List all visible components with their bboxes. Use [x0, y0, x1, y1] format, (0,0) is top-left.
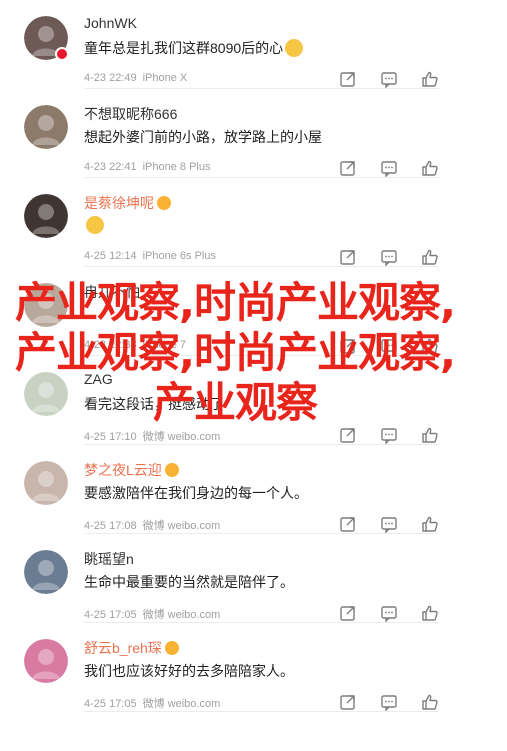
comment-source: 微博 weibo.com [142, 520, 221, 532]
like-icon[interactable] [421, 515, 439, 533]
comment-source: iPhone X [142, 72, 188, 84]
comment-time: 4-25 17:10 [84, 431, 137, 443]
comment-time: 4-25 17:05 [84, 609, 137, 621]
like-icon[interactable] [421, 693, 439, 711]
like-icon[interactable] [421, 70, 439, 88]
comment-icon[interactable] [380, 515, 398, 533]
share-icon[interactable] [339, 159, 357, 177]
like-icon[interactable] [421, 426, 439, 444]
avatar[interactable] [24, 550, 68, 594]
avatar[interactable] [24, 105, 68, 149]
username[interactable]: JohnWK [84, 15, 137, 31]
comment-text: 要感激陪伴在我们身边的每一个人。 [84, 485, 308, 501]
comment-item: 梦之夜L云迎要感激陪伴在我们身边的每一个人。 4-25 17:08 微博 weibo… [0, 445, 507, 534]
comment-time: 4-23 22:41 [84, 161, 137, 173]
username[interactable]: 舒云b_reh琛 [84, 638, 179, 658]
member-badge-icon [164, 463, 179, 477]
comment-text [84, 216, 104, 234]
comment-icon[interactable] [380, 159, 398, 177]
comment-time: 4-25 17:08 [84, 520, 137, 532]
comment-icon[interactable] [380, 604, 398, 622]
comment-actions [339, 426, 439, 444]
avatar[interactable] [24, 461, 68, 505]
comment-text: 想起外婆门前的小路，放学路上的小屋 [84, 129, 322, 145]
comment-source: 微博 weibo.com [142, 698, 221, 710]
comment-item: 舒云b_reh琛我们也应该好好的去多陪陪家人。 4-25 17:05 微博 weib… [0, 623, 507, 712]
comment-item: JohnWK 童年总是扎我们这群8090后的心 4-23 22:49 iPhone X [0, 0, 507, 89]
comment-icon[interactable] [380, 70, 398, 88]
comment-text: 童年总是扎我们这群8090后的心 [84, 38, 304, 58]
share-icon[interactable] [339, 515, 357, 533]
like-icon[interactable] [421, 248, 439, 266]
comment-source: 微博 weibo.com [142, 431, 221, 443]
comment-meta: 4-25 17:05 微博 weibo.com [84, 695, 220, 711]
comment-source: 微博 weibo.com [142, 609, 221, 621]
comment-actions [339, 159, 439, 177]
watermark-overlay-text: 产业观察,时尚产业观察,产业观察,时尚产业观察,产业观察 [15, 278, 456, 427]
comment-icon[interactable] [380, 693, 398, 711]
comment-actions [339, 604, 439, 622]
comment-icon[interactable] [380, 248, 398, 266]
username[interactable]: 不想取昵称666 [84, 104, 177, 124]
member-badge-icon [157, 196, 171, 210]
comment-text: 我们也应该好好的去多陪陪家人。 [84, 663, 294, 679]
comment-time: 4-25 17:05 [84, 698, 137, 710]
comment-actions [339, 515, 439, 533]
comment-meta: 4-23 22:49 iPhone X [84, 72, 187, 84]
share-icon[interactable] [339, 693, 357, 711]
like-icon[interactable] [421, 159, 439, 177]
comment-actions [339, 693, 439, 711]
comment-actions [339, 70, 439, 88]
divider [84, 711, 439, 712]
comment-icon[interactable] [380, 426, 398, 444]
member-badge-icon [164, 641, 179, 655]
avatar[interactable] [24, 194, 68, 238]
avatar[interactable] [24, 639, 68, 683]
comment-meta: 4-25 17:05 微博 weibo.com [84, 606, 220, 622]
like-icon[interactable] [421, 604, 439, 622]
comment-meta: 4-25 17:10 微博 weibo.com [84, 428, 220, 444]
username[interactable]: 梦之夜L云迎 [84, 460, 179, 480]
comment-time: 4-23 22:49 [84, 72, 137, 84]
share-icon[interactable] [339, 426, 357, 444]
comment-source: iPhone 8 Plus [142, 161, 211, 173]
comment-meta: 4-25 12:14 iPhone 6s Plus [84, 250, 216, 262]
comment-item: 是蔡徐坤呢 4-25 12:14 iPhone 6s Plus [0, 178, 507, 267]
share-icon[interactable] [339, 604, 357, 622]
comment-text: 生命中最重要的当然就是陪伴了。 [84, 574, 294, 590]
share-icon[interactable] [339, 70, 357, 88]
emoji-icon [285, 39, 304, 57]
comment-item: 眺瑶望n 生命中最重要的当然就是陪伴了。 4-25 17:05 微博 weibo.co… [0, 534, 507, 623]
comment-actions [339, 248, 439, 266]
comment-source: iPhone 6s Plus [142, 250, 216, 262]
comment-meta: 4-23 22:41 iPhone 8 Plus [84, 161, 211, 173]
emoji-icon [86, 216, 104, 234]
username[interactable]: 是蔡徐坤呢 [84, 193, 171, 213]
comment-time: 4-25 12:14 [84, 250, 137, 262]
verified-badge-icon [55, 47, 69, 61]
comment-meta: 4-25 17:08 微博 weibo.com [84, 517, 220, 533]
comment-item: 不想取昵称666 想起外婆门前的小路，放学路上的小屋 4-23 22:41 iPhon… [0, 89, 507, 178]
share-icon[interactable] [339, 248, 357, 266]
username[interactable]: 眺瑶望n [84, 549, 134, 569]
